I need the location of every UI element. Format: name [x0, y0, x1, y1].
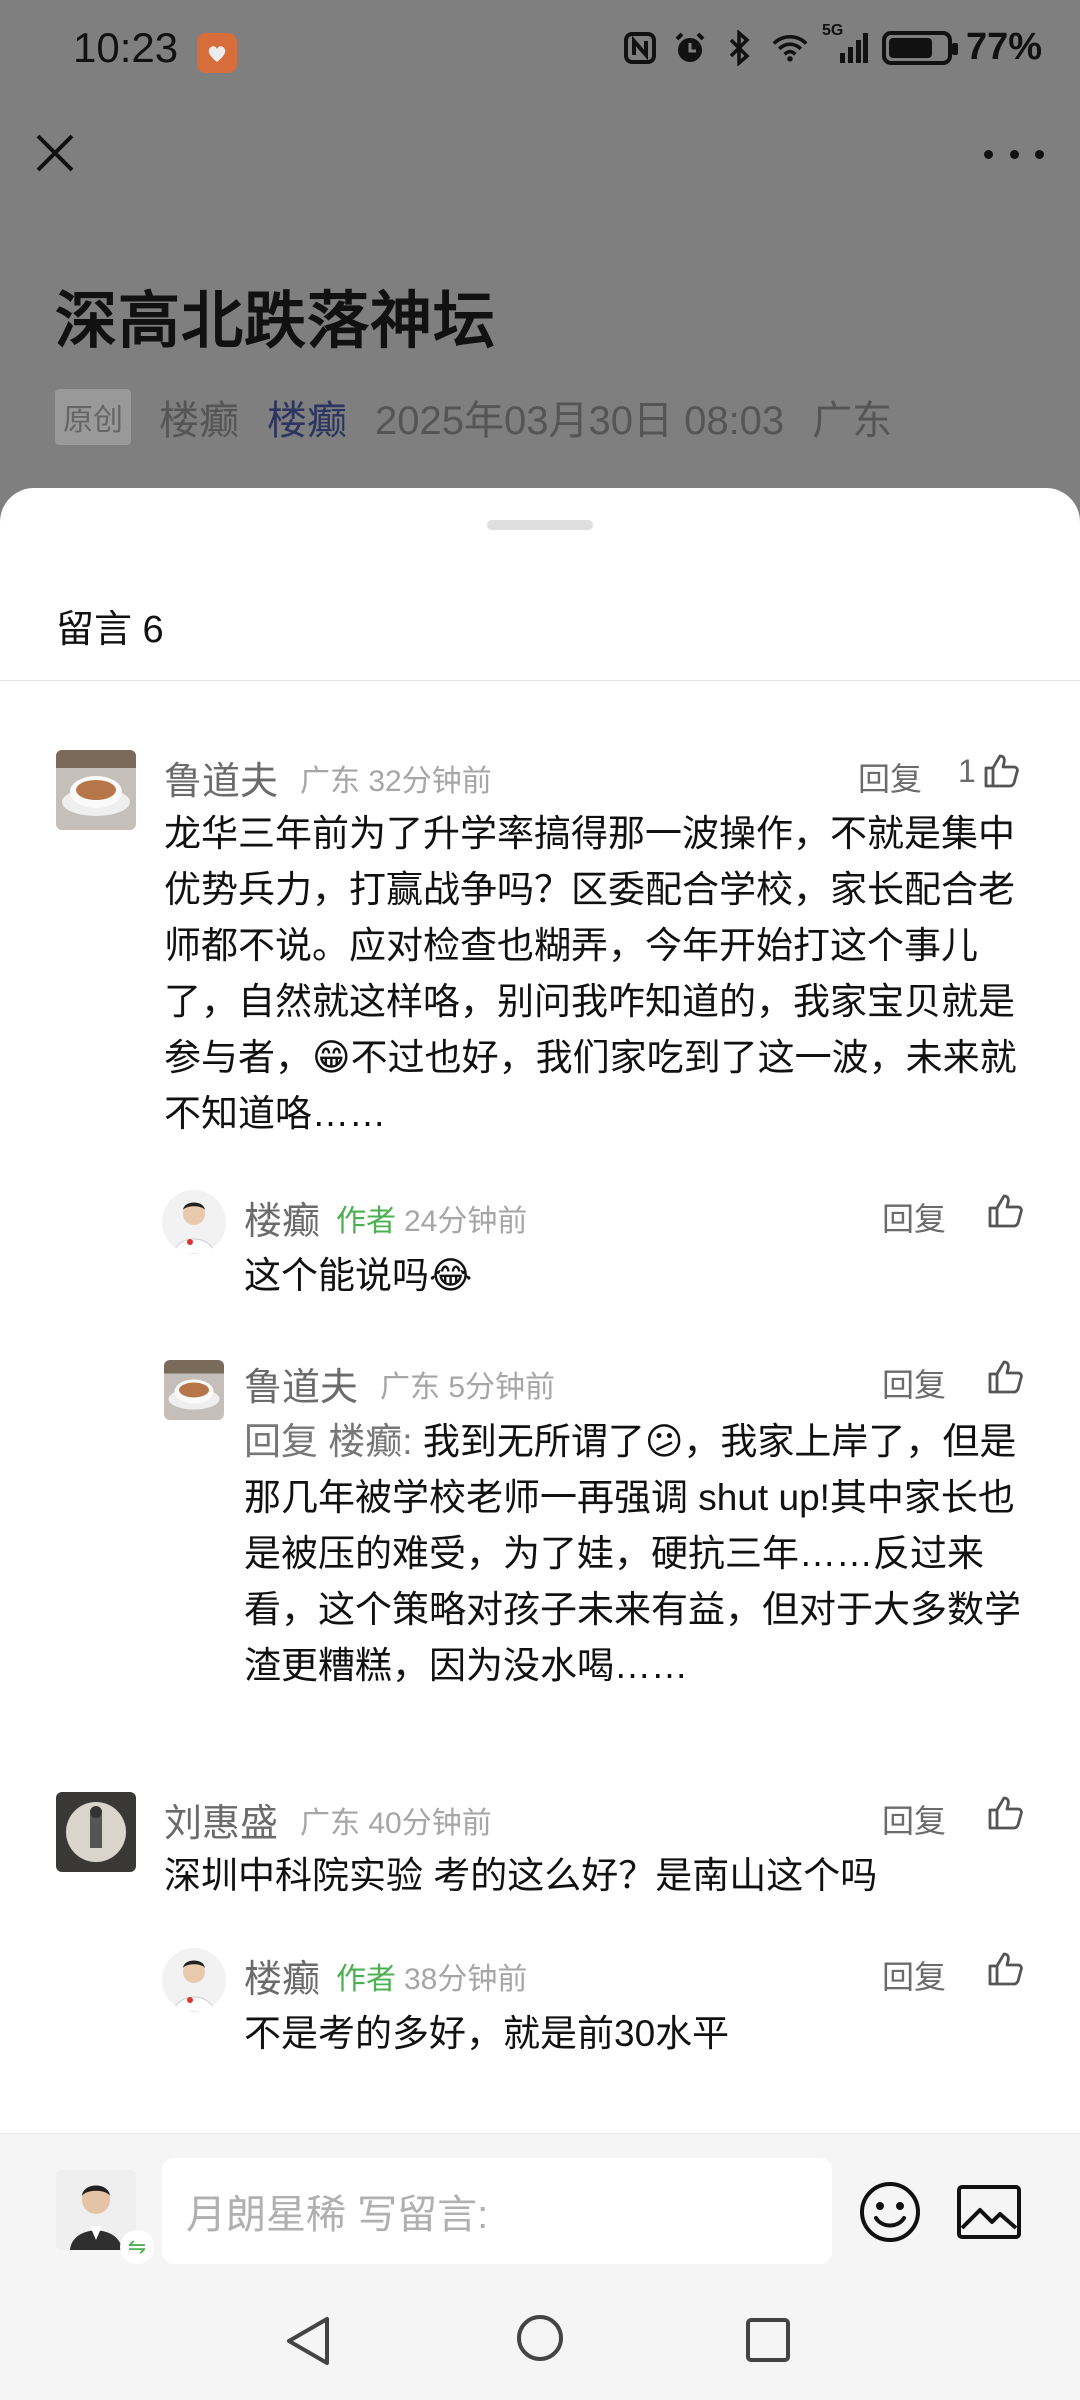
- smiley-icon: [860, 2182, 920, 2242]
- thumbs-up-icon: [984, 754, 1019, 788]
- app-notification-icon: [197, 33, 237, 73]
- article-title: 深高北跌落神坛: [55, 287, 497, 356]
- nav-back-button[interactable]: [283, 2313, 333, 2374]
- alarm-icon: [672, 30, 708, 66]
- more-icon: [984, 149, 993, 159]
- divider: [0, 680, 1080, 681]
- commenter-name[interactable]: 鲁道夫: [244, 1356, 358, 1411]
- comments-header: 留言 6: [56, 609, 164, 651]
- article-region: 广东: [812, 399, 893, 443]
- like-button[interactable]: [986, 1358, 1024, 1396]
- nav-recents-button[interactable]: [745, 2317, 791, 2368]
- article-datetime: 2025年03月30日 08:03: [375, 399, 785, 443]
- system-navigation-bar: [0, 2285, 1080, 2400]
- author-badge: 作者: [336, 1205, 396, 1238]
- comment-time: 38分钟前: [404, 1963, 528, 1996]
- avatar[interactable]: [56, 1792, 136, 1872]
- original-tag: 原创: [55, 389, 131, 445]
- cellular-signal-icon: 5G: [822, 22, 868, 66]
- like-button[interactable]: 1: [958, 752, 1020, 790]
- thumbs-up-icon: [988, 1796, 1023, 1830]
- back-icon: [287, 2317, 329, 2365]
- like-button[interactable]: [986, 1192, 1024, 1230]
- comment-meta: 广东 32分钟前: [300, 765, 492, 798]
- thumbs-up-icon: [988, 1952, 1023, 1986]
- commenter-name[interactable]: 刘惠盛: [164, 1792, 278, 1847]
- commenter-name[interactable]: 楼癫: [244, 1948, 320, 2003]
- sheet-drag-handle[interactable]: [487, 520, 593, 530]
- bluetooth-icon: [722, 29, 758, 66]
- battery-percent: 77%: [965, 26, 1042, 68]
- status-time: 10:23: [73, 24, 179, 71]
- nfc-icon: [622, 30, 658, 66]
- comment-text: 不是考的多好，就是前30水平: [244, 2013, 730, 2054]
- avatar[interactable]: [164, 1360, 224, 1420]
- comment-input-placeholder: 月朗星稀 写留言:: [186, 2193, 489, 2237]
- comment-meta: 作者 24分钟前: [336, 1196, 527, 1240]
- like-count: 1: [958, 752, 976, 789]
- recents-icon: [746, 2318, 790, 2362]
- status-bar: 10:23 5G 77%: [0, 0, 1080, 100]
- reply-button[interactable]: 回复: [858, 754, 922, 800]
- comment-input[interactable]: 月朗星稀 写留言:: [162, 2158, 832, 2264]
- avatar[interactable]: [162, 1190, 226, 1254]
- comment-text: 回复 楼癫: 我到无所谓了😕，我家上岸了，但是那几年被学校老师一再强调 shut…: [244, 1414, 1034, 1694]
- wifi-icon: [772, 30, 808, 66]
- more-options-button[interactable]: [984, 134, 1044, 174]
- comment-input-bar: ⇋ 月朗星稀 写留言:: [0, 2133, 1080, 2286]
- reply-button[interactable]: 回复: [882, 1360, 946, 1406]
- article-meta: 原创 楼癫 楼癫 2025年03月30日 08:03 广东: [55, 388, 892, 446]
- comment-meta: 作者 38分钟前: [336, 1954, 527, 1998]
- reply-to-label[interactable]: 回复 楼癫:: [244, 1421, 413, 1462]
- avatar[interactable]: [56, 750, 136, 830]
- reply-button[interactable]: 回复: [882, 1194, 946, 1240]
- network-type: 5G: [821, 21, 844, 39]
- like-button[interactable]: [986, 1950, 1024, 1988]
- image-icon: [957, 2185, 1021, 2239]
- avatar[interactable]: [162, 1948, 226, 2012]
- close-icon: [36, 134, 74, 172]
- battery-icon: [881, 30, 958, 65]
- image-button[interactable]: [956, 2184, 1022, 2240]
- commenter-name[interactable]: 楼癫: [244, 1190, 320, 1245]
- like-button[interactable]: [986, 1794, 1024, 1832]
- nav-home-button[interactable]: [515, 2313, 565, 2368]
- home-icon: [517, 2315, 563, 2361]
- thumbs-up-icon: [988, 1360, 1023, 1394]
- status-icons: 5G 77%: [622, 22, 1042, 69]
- comments-sheet: 留言 6 鲁道夫 广东 32分钟前 回复 1 龙华三年前为了升学率搞得那一波操作…: [0, 488, 1080, 2400]
- emoji-button[interactable]: [858, 2180, 922, 2244]
- close-button[interactable]: [30, 128, 80, 178]
- account-link[interactable]: 楼癫: [267, 388, 347, 446]
- author-badge: 作者: [336, 1963, 396, 1996]
- switch-account-icon[interactable]: ⇋: [120, 2230, 154, 2264]
- commenter-name[interactable]: 鲁道夫: [164, 750, 278, 805]
- comment-text: 深圳中科院实验 考的这么好？是南山这个吗: [164, 1855, 878, 1896]
- comment-time: 24分钟前: [404, 1205, 528, 1238]
- comment-meta: 广东 40分钟前: [300, 1807, 492, 1840]
- thumbs-up-icon: [988, 1194, 1023, 1228]
- comment-text: 龙华三年前为了升学率搞得那一波操作，不就是集中优势兵力，打赢战争吗？区委配合学校…: [164, 813, 1017, 1134]
- battery-level: [888, 37, 932, 58]
- comment-meta: 广东 5分钟前: [380, 1371, 556, 1404]
- reply-button[interactable]: 回复: [882, 1796, 946, 1842]
- comment-text: 这个能说吗😂: [244, 1255, 473, 1296]
- article-background: 10:23 5G 77% 深高北跌落神坛 原创 楼癫 楼癫 2025年03月30…: [0, 0, 1080, 520]
- article-author: 楼癫: [159, 399, 239, 443]
- reply-button[interactable]: 回复: [882, 1952, 946, 1998]
